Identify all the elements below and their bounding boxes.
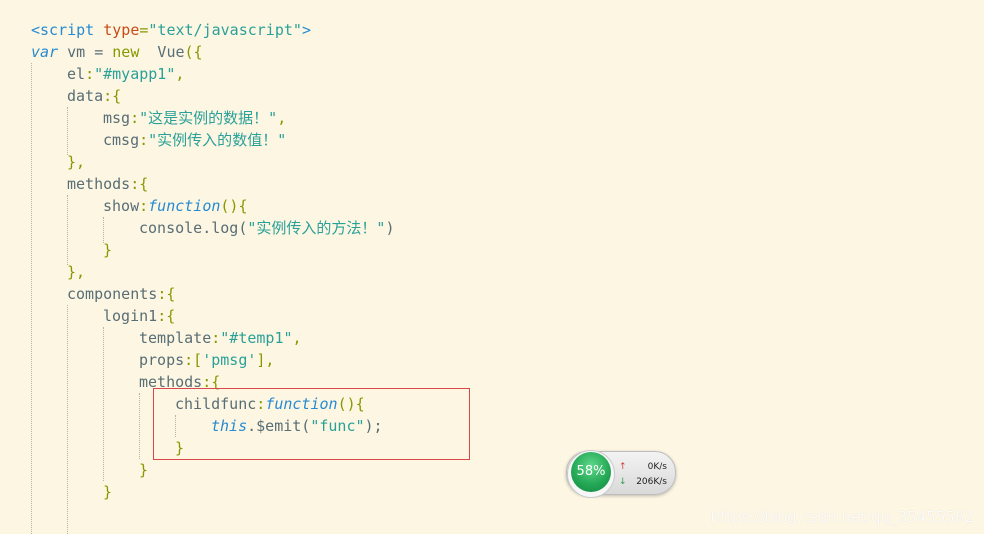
code-token: var (31, 43, 59, 61)
code-token: } (103, 483, 113, 501)
code-token: "实例传入的数值！" (148, 131, 287, 149)
code-token: : (85, 65, 95, 83)
code-line: }, (67, 151, 85, 173)
code-token: function (148, 197, 221, 215)
code-line: components:{ (67, 283, 175, 305)
code-line: <script type="text/javascript"> (31, 19, 311, 41)
code-token: , (292, 329, 302, 347)
code-token: props (139, 351, 185, 369)
code-line: show:function(){ (103, 195, 248, 217)
indent-guide (103, 327, 104, 481)
code-line: console.log("实例传入的方法！") (139, 217, 394, 239)
code-token: :{ (157, 307, 176, 325)
indent-guide (67, 195, 68, 265)
code-token: cmsg (103, 131, 140, 149)
code-token: type (103, 21, 140, 39)
code-token: ) (385, 219, 395, 237)
arrow-up-icon: ↑ (619, 462, 627, 472)
code-line: msg:"这是实例的数据！", (103, 107, 286, 129)
code-token: "text/javascript" (148, 21, 302, 39)
code-token: "#myapp1" (94, 65, 176, 83)
code-token: methods (67, 175, 131, 193)
indent-guide (139, 393, 140, 459)
code-token: login1 (103, 307, 158, 325)
code-line: props:['pmsg'], (139, 349, 274, 371)
code-token: ], (256, 351, 275, 369)
code-token: }, (67, 263, 86, 281)
upload-speed: 0K/s (647, 462, 667, 472)
code-token: "这是实例的数据！" (139, 109, 278, 127)
indent-guide (31, 63, 32, 534)
code-line: }, (67, 261, 85, 283)
code-token: , (277, 109, 287, 127)
indent-guide (67, 107, 68, 155)
code-token: el (67, 65, 86, 83)
code-line: } (103, 481, 112, 503)
watermark-url: https://blog.csdn.net/qq_35455562 (710, 508, 974, 526)
code-editor[interactable]: <script type="text/javascript"> var vm =… (0, 0, 984, 534)
upload-speed-row: ↑ 0K/s (619, 461, 667, 473)
cpu-gauge-ring: 58% (567, 450, 615, 498)
code-token: "#temp1" (220, 329, 293, 347)
code-token: vm = (58, 43, 113, 61)
code-token: :{ (103, 87, 122, 105)
code-token: > (301, 21, 311, 39)
code-token: Vue (139, 43, 185, 61)
code-line: var vm = new Vue({ (31, 41, 203, 63)
code-token: components (67, 285, 158, 303)
code-token: } (139, 461, 149, 479)
code-token: : (139, 197, 149, 215)
code-token: 'pmsg' (202, 351, 257, 369)
code-token: }, (67, 153, 86, 171)
code-line: cmsg:"实例传入的数值！" (103, 129, 286, 151)
code-line: } (139, 459, 148, 481)
code-token: msg (103, 109, 131, 127)
network-speed-widget[interactable]: 58% ↑ 0K/s ↓ 206K/s (566, 450, 676, 498)
code-line: template:"#temp1", (139, 327, 302, 349)
code-token: (){ (220, 197, 248, 215)
download-speed: 206K/s (636, 477, 667, 487)
code-token: : (211, 329, 221, 347)
code-token: console.log( (139, 219, 248, 237)
code-token: ({ (184, 43, 203, 61)
arrow-down-icon: ↓ (619, 477, 627, 487)
code-token: <script (31, 21, 104, 39)
code-token: template (139, 329, 212, 347)
code-token: } (103, 241, 113, 259)
code-token: : (139, 131, 149, 149)
code-token: show (103, 197, 140, 215)
code-line: data:{ (67, 85, 121, 107)
code-token: :[ (184, 351, 203, 369)
code-line: el:"#myapp1", (67, 63, 184, 85)
code-line: } (103, 239, 112, 261)
code-token: "实例传入的方法！" (247, 219, 386, 237)
cpu-usage-percent: 58% (571, 452, 611, 492)
download-speed-row: ↓ 206K/s (619, 476, 667, 488)
code-token: , (175, 65, 185, 83)
code-token: data (67, 87, 104, 105)
code-token: :{ (157, 285, 176, 303)
code-line: login1:{ (103, 305, 175, 327)
indent-guide (67, 305, 68, 534)
code-line: methods:{ (67, 173, 148, 195)
code-token: :{ (130, 175, 149, 193)
code-token: new (112, 43, 140, 61)
code-token: : (130, 109, 140, 127)
highlight-annotation-box (153, 388, 470, 460)
